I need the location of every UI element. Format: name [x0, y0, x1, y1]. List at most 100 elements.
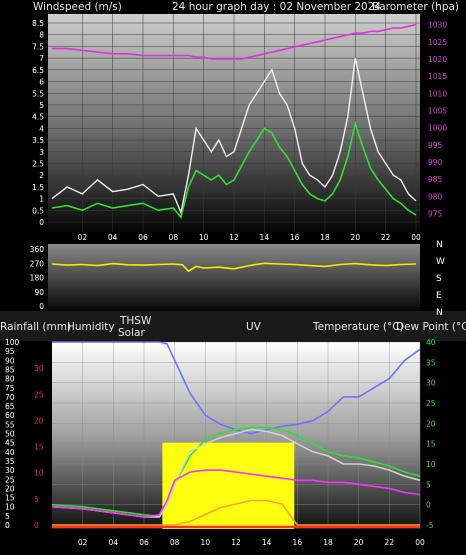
humidity-tick-label: 45	[5, 439, 15, 448]
rain-axis-title: Rainfall (mm)	[0, 321, 71, 333]
wind-x-tick-label: 14	[260, 233, 270, 242]
compass-label: W	[436, 257, 445, 267]
temp-x-tick-label: 14	[262, 538, 272, 547]
barometer-tick-label: 975	[428, 209, 443, 218]
humidity-tick-label: 85	[5, 365, 15, 374]
wind-tick-label: 7	[39, 54, 44, 63]
direction-tick-label: 270	[30, 259, 45, 268]
temp-x-tick-label: 22	[385, 538, 395, 547]
rain-tick-label: 30	[34, 364, 44, 373]
barometer-tick-label: 1025	[428, 38, 447, 47]
solar-area	[162, 442, 295, 529]
wind-x-tick-label: 12	[229, 233, 239, 242]
temp-x-tick-label: 18	[323, 538, 333, 547]
humidity-tick-label: 10	[5, 503, 15, 512]
barometer-tick-label: 1010	[428, 89, 447, 98]
wind-tick-label: 2.5	[32, 159, 44, 168]
temperature-axis-title: Temperature (°C)	[312, 321, 404, 333]
humidity-tick-label: 70	[5, 393, 15, 402]
wind-tick-label: 8	[39, 31, 44, 40]
wind-x-tick-label: 08	[169, 233, 179, 242]
humidity-tick-label: 55	[5, 420, 15, 429]
humidity-tick-label: 30	[5, 466, 15, 475]
humidity-tick-label: 75	[5, 384, 15, 393]
wind-x-tick-label: 22	[381, 233, 391, 242]
weather-charts: Windspeed (m/s) 24 hour graph day : 02 N…	[0, 1, 466, 547]
rain-tick-label: 5	[34, 495, 39, 504]
humidity-tick-label: 0	[5, 521, 10, 530]
rain-tick-label: 0	[34, 521, 39, 530]
humidity-tick-label: 40	[5, 448, 15, 457]
wind-x-tick-label: 10	[199, 233, 209, 242]
rain-tick-label: 20	[34, 416, 44, 425]
humidity-tick-label: 50	[5, 430, 15, 439]
temp-x-tick-label: 16	[293, 538, 303, 547]
humidity-tick-label: 65	[5, 402, 15, 411]
wind-x-tick-label: 02	[78, 233, 88, 242]
wind-tick-label: 8.5	[32, 19, 44, 28]
direction-tick-label: 0	[39, 302, 44, 311]
compass-label: E	[436, 291, 442, 301]
compass-label: N	[436, 240, 443, 250]
temperature-tick-label: 5	[426, 480, 431, 489]
uv-label: UV	[246, 321, 262, 333]
barometer-tick-label: 1000	[428, 124, 447, 133]
humidity-tick-label: 95	[5, 347, 15, 356]
temp-x-tick-label: 06	[139, 538, 149, 547]
humidity-tick-label: 25	[5, 475, 15, 484]
dewpoint-axis-title: Dew Point (°C)	[396, 321, 466, 333]
barometer-tick-label: 1015	[428, 72, 447, 81]
rain-tick-label: 15	[34, 443, 44, 452]
wind-x-tick-label: 16	[290, 233, 300, 242]
temperature-tick-label: 15	[426, 440, 436, 449]
wind-x-tick-label: 06	[138, 233, 148, 242]
direction-tick-label: 180	[30, 274, 45, 283]
temperature-tick-label: 40	[426, 338, 436, 347]
wind-tick-label: 0.5	[32, 206, 44, 215]
barometer-tick-label: 1030	[428, 21, 447, 30]
wind-tick-label: 6.5	[32, 66, 44, 75]
humidity-tick-label: 5	[5, 512, 10, 521]
temp-x-tick-label: 10	[201, 538, 211, 547]
barometer-tick-label: 1020	[428, 55, 447, 64]
wind-x-tick-label: 04	[108, 233, 118, 242]
direction-tick-label: 360	[30, 245, 45, 254]
temp-x-tick-label: 20	[354, 538, 364, 547]
compass-label: N	[436, 308, 443, 318]
barometer-tick-label: 995	[428, 141, 443, 150]
humidity-axis-title: Humidity	[67, 321, 115, 333]
temperature-tick-label: 20	[426, 419, 436, 428]
weather-graph-page: Windspeed (m/s) 24 hour graph day : 02 N…	[0, 0, 466, 555]
temperature-tick-label: 30	[426, 379, 436, 388]
humidity-tick-label: 20	[5, 484, 15, 493]
temperature-tick-label: 10	[426, 460, 436, 469]
barometer-tick-label: 980	[428, 192, 443, 201]
temperature-tick-label: 0	[426, 501, 431, 510]
temp-x-tick-label: 04	[109, 538, 119, 547]
direction-panel	[48, 244, 420, 311]
barometer-tick-label: 985	[428, 175, 443, 184]
barometer-axis-title: Barometer (hpa)	[372, 1, 459, 13]
humidity-tick-label: 100	[5, 338, 20, 347]
temperature-tick-label: 25	[426, 399, 436, 408]
compass-label: S	[436, 274, 442, 284]
barometer-tick-label: 1005	[428, 106, 447, 115]
wind-tick-label: 4	[39, 124, 44, 133]
humidity-tick-label: 90	[5, 356, 15, 365]
humidity-tick-label: 60	[5, 411, 15, 420]
solar-label: Solar	[118, 327, 145, 339]
wind-tick-label: 0	[39, 218, 44, 227]
wind-x-tick-label: 20	[351, 233, 361, 242]
rain-tick-label: 25	[34, 390, 44, 399]
wind-tick-label: 5	[39, 101, 44, 110]
rain-tick-label: 10	[34, 469, 44, 478]
chart-title: 24 hour graph day : 02 November 2024	[172, 1, 381, 13]
wind-tick-label: 2	[39, 171, 44, 180]
wind-axis-title: Windspeed (m/s)	[33, 1, 122, 13]
humidity-tick-label: 15	[5, 494, 15, 503]
direction-tick-label: 90	[34, 288, 44, 297]
wind-tick-label: 4.5	[32, 113, 44, 122]
temp-x-tick-label: 12	[231, 538, 241, 547]
temp-x-tick-label: 08	[170, 538, 180, 547]
wind-tick-label: 3	[39, 148, 44, 157]
